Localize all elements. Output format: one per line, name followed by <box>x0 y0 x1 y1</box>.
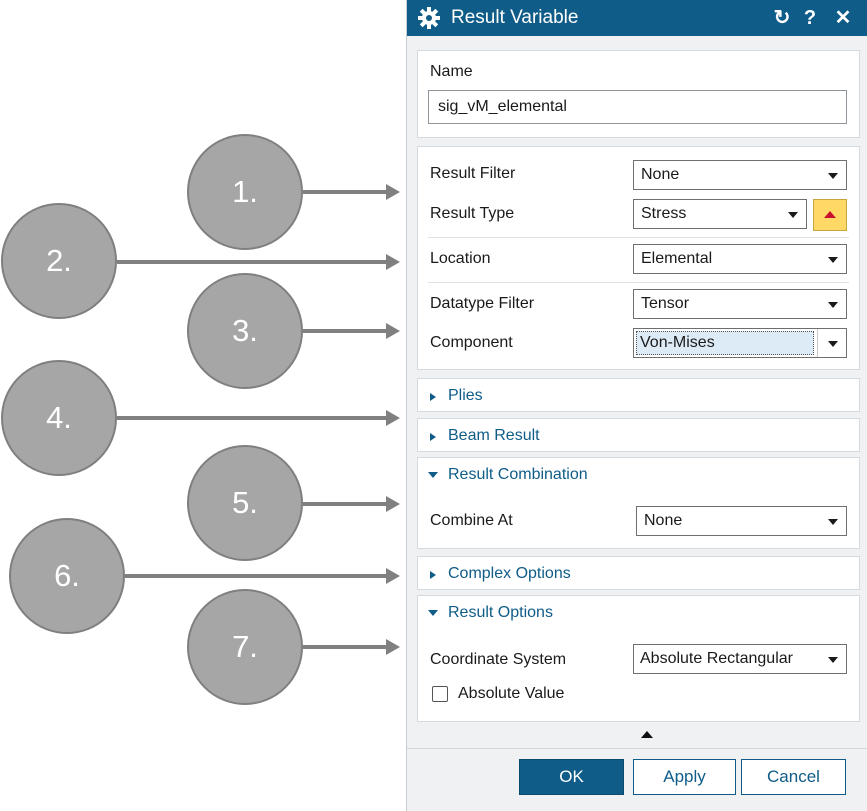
result-type-label: Result Type <box>430 205 515 222</box>
coordinate-system-label: Coordinate System <box>430 651 567 668</box>
collapse-up-arrow-icon <box>641 731 653 738</box>
callout-arrow-3 <box>303 323 400 339</box>
callout-arrow-5 <box>303 496 400 512</box>
component-dropdown[interactable]: Von-Mises <box>633 328 847 358</box>
callout-6: 6. <box>9 518 125 634</box>
absolute-value-label[interactable]: Absolute Value <box>458 685 564 703</box>
coordinate-system-value: Absolute Rectangular <box>640 650 793 667</box>
coordinate-system-dropdown[interactable]: Absolute Rectangular <box>633 644 847 674</box>
reset-icon[interactable]: ↻ <box>771 4 793 32</box>
name-section: Name sig_vM_elemental <box>417 50 860 138</box>
beam-result-group[interactable]: Beam Result <box>417 418 860 452</box>
datatype-filter-label: Datatype Filter <box>430 295 535 312</box>
close-icon[interactable]: ✕ <box>832 4 854 32</box>
ok-button-label: OK <box>559 767 584 786</box>
result-settings-section: Result Filter None Result Type Stress Lo… <box>417 146 860 370</box>
cancel-button[interactable]: Cancel <box>741 759 846 795</box>
location-dropdown[interactable]: Elemental <box>633 244 847 274</box>
result-filter-label: Result Filter <box>430 165 516 182</box>
ok-button[interactable]: OK <box>519 759 624 795</box>
result-options-label[interactable]: Result Options <box>448 604 553 622</box>
gear-icon <box>418 7 440 29</box>
chevron-down-icon <box>828 519 838 525</box>
result-type-dropdown[interactable]: Stress <box>633 199 807 229</box>
component-value: Von-Mises <box>640 334 715 351</box>
component-label: Component <box>430 334 513 351</box>
callout-arrow-6 <box>125 568 400 584</box>
expand-right-icon <box>430 571 436 579</box>
chevron-down-icon <box>788 212 798 218</box>
plies-label: Plies <box>448 387 483 404</box>
plies-group[interactable]: Plies <box>417 378 860 412</box>
combine-at-dropdown[interactable]: None <box>636 506 847 536</box>
callout-5: 5. <box>187 445 303 561</box>
footer-divider <box>407 748 867 749</box>
separator <box>428 237 849 238</box>
collapse-strip[interactable] <box>417 724 860 744</box>
cancel-button-label: Cancel <box>767 767 820 786</box>
dialog-title: Result Variable <box>451 7 579 28</box>
expand-right-icon <box>430 433 436 441</box>
chevron-down-icon <box>828 657 838 663</box>
chevron-down-icon <box>828 173 838 179</box>
result-type-value: Stress <box>641 205 687 222</box>
chevron-down-icon <box>828 341 838 347</box>
callout-arrow-2 <box>117 254 400 270</box>
result-options-group: Result Options Coordinate System Absolut… <box>417 595 860 722</box>
apply-button-label: Apply <box>663 767 706 786</box>
callout-arrow-1 <box>303 184 400 200</box>
result-variable-dialog: Result Variable ↻ ? ✕ Name sig_vM_elemen… <box>406 0 867 811</box>
location-label: Location <box>430 250 491 267</box>
datatype-filter-dropdown[interactable]: Tensor <box>633 289 847 319</box>
result-filter-value: None <box>641 166 680 183</box>
help-icon[interactable]: ? <box>799 4 821 32</box>
result-combination-group: Result Combination Combine At None <box>417 457 860 549</box>
callout-arrow-7 <box>303 639 400 655</box>
expand-up-icon <box>824 211 836 218</box>
chevron-down-icon <box>828 257 838 263</box>
callout-1: 1. <box>187 134 303 250</box>
complex-options-group[interactable]: Complex Options <box>417 556 860 590</box>
result-filter-dropdown[interactable]: None <box>633 160 847 190</box>
callout-arrow-4 <box>117 410 400 426</box>
absolute-value-checkbox[interactable] <box>432 686 448 702</box>
callout-3: 3. <box>187 273 303 389</box>
separator <box>428 282 849 283</box>
name-field-value: sig_vM_elemental <box>438 98 567 115</box>
expand-up-button[interactable] <box>813 199 847 231</box>
callout-4: 4. <box>1 360 117 476</box>
apply-button[interactable]: Apply <box>633 759 736 795</box>
collapse-down-icon[interactable] <box>428 610 438 616</box>
complex-options-label: Complex Options <box>448 565 571 582</box>
name-field[interactable]: sig_vM_elemental <box>428 90 847 124</box>
result-combination-label[interactable]: Result Combination <box>448 466 588 484</box>
location-value: Elemental <box>641 250 713 267</box>
expand-right-icon <box>430 393 436 401</box>
combine-at-label: Combine At <box>430 512 513 529</box>
callout-2: 2. <box>1 203 117 319</box>
beam-result-label: Beam Result <box>448 427 540 444</box>
datatype-filter-value: Tensor <box>641 295 690 312</box>
name-label: Name <box>430 63 473 80</box>
divider <box>817 329 818 357</box>
collapse-down-icon[interactable] <box>428 472 438 478</box>
dialog-titlebar: Result Variable ↻ ? ✕ <box>407 0 867 36</box>
chevron-down-icon <box>828 302 838 308</box>
callout-7: 7. <box>187 589 303 705</box>
combine-at-value: None <box>644 512 683 529</box>
